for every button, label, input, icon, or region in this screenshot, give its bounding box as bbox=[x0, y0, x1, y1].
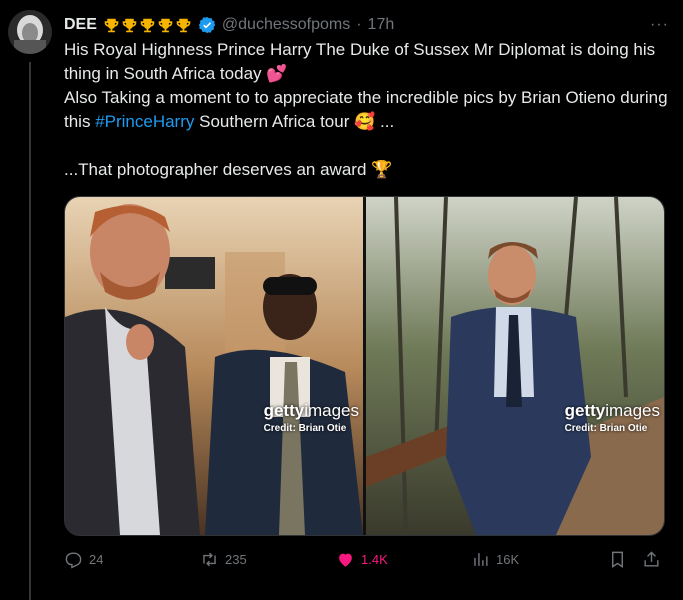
text-line-1-content: His Royal Highness Prince Harry The Duke… bbox=[64, 40, 656, 83]
text-line-2: Also Taking a moment to to appreciate th… bbox=[64, 86, 669, 134]
avatar[interactable] bbox=[8, 10, 52, 54]
text-line-2-suffix: Southern Africa tour bbox=[194, 112, 350, 131]
watermark-credit: Credit: Brian Otie bbox=[263, 423, 347, 434]
watermark-brand-suffix: images bbox=[605, 401, 660, 420]
author-handle[interactable]: @duchessofpoms bbox=[222, 15, 350, 35]
trophy-icon bbox=[140, 18, 155, 32]
share-button[interactable] bbox=[642, 550, 661, 569]
media-grid: gettyimages Credit: Brian Otie gettyimag… bbox=[64, 196, 665, 536]
trophy-icon bbox=[158, 18, 173, 32]
watermark-brand-suffix: images bbox=[304, 401, 359, 420]
hashtag-link[interactable]: #PrinceHarry bbox=[95, 112, 194, 131]
more-options-button[interactable]: ··· bbox=[650, 16, 669, 34]
repost-count: 235 bbox=[225, 552, 247, 567]
action-bar: 24 235 1.4K 16K bbox=[64, 550, 663, 570]
text-line-2-tail: ... bbox=[375, 112, 395, 131]
photo-1[interactable]: gettyimages Credit: Brian Otie bbox=[65, 197, 363, 535]
watermark-brand: getty bbox=[263, 401, 305, 420]
views-icon bbox=[474, 553, 488, 566]
text-line-1: His Royal Highness Prince Harry The Duke… bbox=[64, 38, 669, 86]
left-rail bbox=[8, 10, 52, 600]
trophy-emoji: 🏆 bbox=[371, 160, 393, 179]
share-icon bbox=[644, 551, 659, 567]
reply-button[interactable]: 24 bbox=[64, 550, 103, 569]
verified-badge-icon[interactable] bbox=[198, 16, 216, 34]
tweet-header: DEE @duchessofpoms · 17h bbox=[64, 14, 669, 36]
reply-icon bbox=[65, 552, 82, 569]
author-name[interactable]: DEE bbox=[64, 15, 97, 35]
trophy-icon bbox=[104, 18, 119, 32]
like-count: 1.4K bbox=[361, 552, 388, 567]
tweet-text: His Royal Highness Prince Harry The Duke… bbox=[64, 38, 669, 182]
repost-icon bbox=[203, 552, 216, 567]
bookmark-icon bbox=[612, 551, 623, 568]
text-line-3: ...That photographer deserves an award 🏆 bbox=[64, 158, 669, 182]
text-line-3-content: ...That photographer deserves an award bbox=[64, 160, 367, 179]
views-count: 16K bbox=[496, 552, 520, 567]
views-button[interactable]: 16K bbox=[471, 550, 519, 569]
like-button[interactable]: 1.4K bbox=[336, 550, 388, 569]
timestamp[interactable]: 17h bbox=[368, 15, 395, 35]
watermark-credit: Credit: Brian Otie bbox=[564, 423, 648, 434]
getty-watermark: gettyimages Credit: Brian Otie bbox=[263, 401, 359, 435]
getty-watermark: gettyimages Credit: Brian Otie bbox=[564, 401, 660, 435]
repost-button[interactable]: 235 bbox=[200, 550, 247, 569]
watermark-brand: getty bbox=[564, 401, 606, 420]
reply-count: 24 bbox=[89, 552, 104, 567]
tweet[interactable]: DEE @duchessofpoms · 17h ··· His Royal H… bbox=[64, 14, 669, 569]
bookmark-button[interactable] bbox=[608, 550, 627, 569]
heart-icon bbox=[339, 553, 352, 567]
two-hearts-emoji: 💕 bbox=[266, 64, 288, 83]
trophy-icon bbox=[176, 18, 191, 32]
thread-line bbox=[29, 62, 31, 600]
photo-2[interactable]: gettyimages Credit: Brian Otie bbox=[366, 197, 664, 535]
separator-dot: · bbox=[356, 16, 362, 33]
trophy-group bbox=[103, 17, 192, 34]
smiling-hearts-emoji: 🥰 bbox=[354, 112, 376, 131]
trophy-icon bbox=[122, 18, 137, 32]
